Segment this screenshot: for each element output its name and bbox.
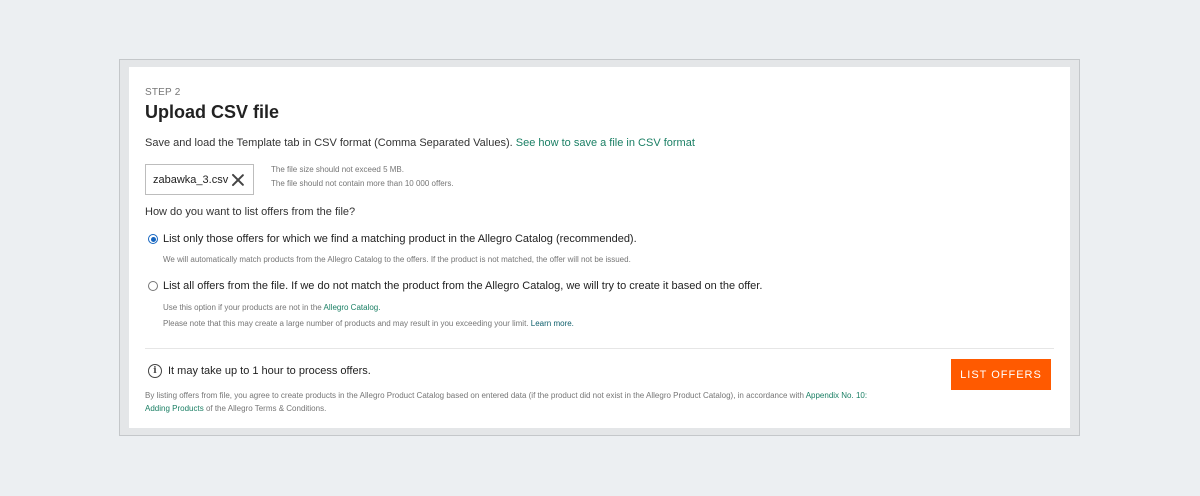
file-count-hint: The file should not contain more than 10… xyxy=(271,179,454,188)
radio-matching-only[interactable] xyxy=(148,234,158,244)
step-label: STEP 2 xyxy=(145,87,181,98)
list-offers-button[interactable]: LIST OFFERS xyxy=(951,359,1051,390)
file-name: zabawka_3.csv xyxy=(153,173,229,186)
list-question: How do you want to list offers from the … xyxy=(145,206,356,218)
learn-more-link[interactable]: Learn more. xyxy=(531,319,574,328)
upload-frame: STEP 2 Upload CSV file Save and load the… xyxy=(119,59,1080,436)
option-list-all-hint: Use this option if your products are not… xyxy=(163,300,1054,332)
allegro-catalog-link[interactable]: Allegro Catalog. xyxy=(324,303,381,312)
option-list-all[interactable]: List all offers from the file. If we do … xyxy=(148,279,1054,293)
csv-help-link[interactable]: See how to save a file in CSV format xyxy=(516,137,695,149)
processing-notice: i It may take up to 1 hour to process of… xyxy=(148,364,371,378)
option-list-all-label: List all offers from the file. If we do … xyxy=(163,280,763,292)
option-matching-only-label: List only those offers for which we find… xyxy=(163,233,637,245)
option-matching-only-hint: We will automatically match products fro… xyxy=(163,255,631,264)
option-list-all-warning: Please note that this may create a large… xyxy=(163,319,529,328)
terms-prefix: By listing offers from file, you agree t… xyxy=(145,391,804,400)
description-text: Save and load the Template tab in CSV fo… xyxy=(145,137,513,149)
page-title: Upload CSV file xyxy=(145,102,280,122)
file-hints: The file size should not exceed 5 MB. Th… xyxy=(271,163,454,191)
close-icon[interactable] xyxy=(231,173,245,187)
processing-notice-text: It may take up to 1 hour to process offe… xyxy=(168,365,371,377)
radio-list-all[interactable] xyxy=(148,281,158,291)
terms-suffix: of the Allegro Terms & Conditions. xyxy=(205,404,327,413)
selected-file-chip: zabawka_3.csv xyxy=(145,164,254,195)
divider xyxy=(145,348,1054,349)
file-row: zabawka_3.csv The file size should not e… xyxy=(145,164,1054,195)
description: Save and load the Template tab in CSV fo… xyxy=(145,136,1054,150)
upload-panel: STEP 2 Upload CSV file Save and load the… xyxy=(129,67,1070,428)
option-list-all-hint-text: Use this option if your products are not… xyxy=(163,303,322,312)
file-size-hint: The file size should not exceed 5 MB. xyxy=(271,165,404,174)
terms-text: By listing offers from file, you agree t… xyxy=(145,389,875,415)
option-matching-only[interactable]: List only those offers for which we find… xyxy=(148,232,1054,246)
info-icon: i xyxy=(148,364,162,378)
